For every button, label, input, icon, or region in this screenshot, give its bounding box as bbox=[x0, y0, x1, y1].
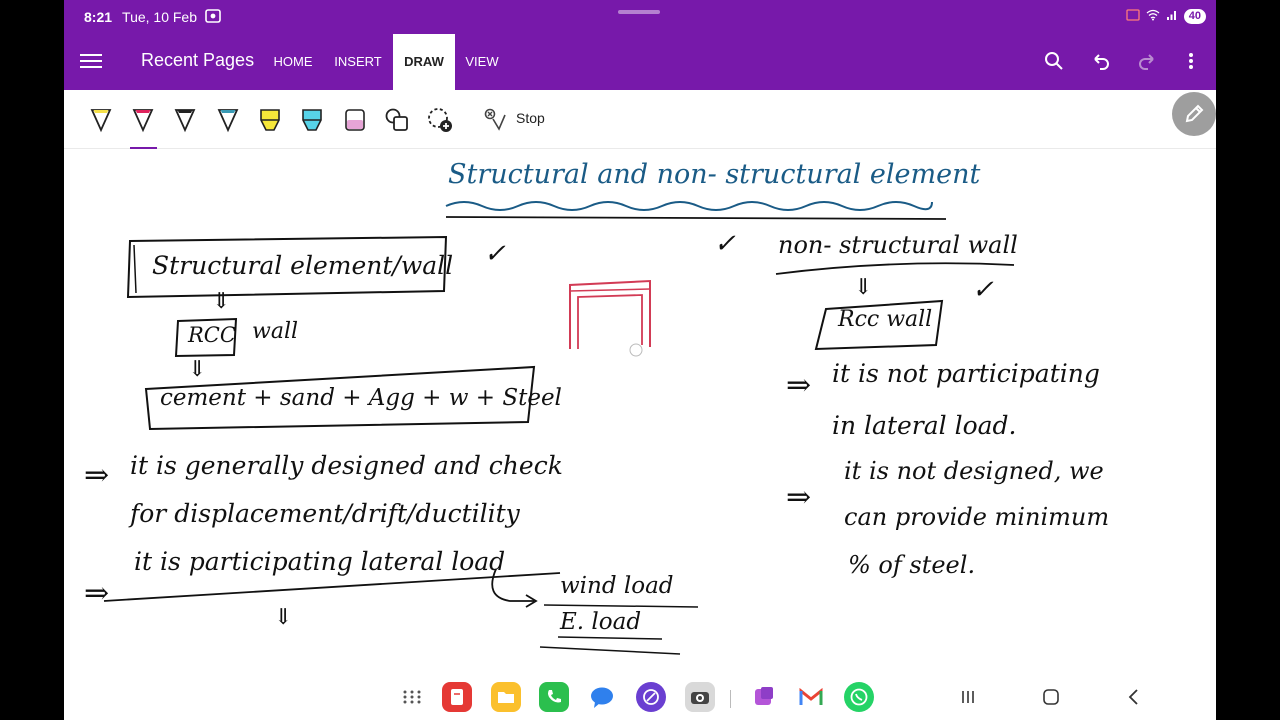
right-box-label: Rcc wall bbox=[838, 307, 933, 332]
camera-app-icon[interactable] bbox=[685, 682, 715, 712]
stop-lasso-icon[interactable] bbox=[482, 104, 510, 136]
down-arrow-2: ⇓ bbox=[188, 357, 207, 382]
pen-yellow-icon[interactable] bbox=[87, 104, 115, 136]
tab-draw[interactable]: DRAW bbox=[393, 34, 455, 90]
gallery-app-icon[interactable] bbox=[748, 682, 778, 712]
tab-view[interactable]: VIEW bbox=[462, 34, 502, 90]
drag-handle[interactable] bbox=[618, 10, 660, 14]
down-arrow-1: ⇓ bbox=[212, 289, 231, 314]
left-sub-wind-load: wind load bbox=[560, 573, 674, 599]
hamburger-menu-icon[interactable] bbox=[80, 50, 102, 72]
bullet-arrow-1: ⇒ bbox=[84, 458, 110, 493]
dock-divider bbox=[730, 690, 731, 708]
undo-icon[interactable] bbox=[1088, 48, 1114, 74]
gmail-app-icon[interactable] bbox=[796, 682, 826, 712]
highlighter-cyan-icon[interactable] bbox=[298, 104, 326, 136]
whatsapp-app-icon[interactable] bbox=[844, 682, 874, 712]
formula-text: cement + sand + Agg + w + Steel bbox=[160, 385, 562, 411]
heading-wave-underline bbox=[445, 201, 933, 211]
browser-app-icon[interactable] bbox=[636, 682, 666, 712]
rcc-label: RCC bbox=[188, 323, 236, 347]
tick-mark-1: ✓ bbox=[484, 239, 506, 269]
lasso-add-icon[interactable] bbox=[426, 104, 454, 136]
heading-underline bbox=[445, 216, 947, 220]
right-title: non- structural wall bbox=[778, 231, 1018, 259]
status-icons: 40 bbox=[1126, 9, 1206, 24]
left-sub-e-load: E. load bbox=[560, 609, 642, 635]
shapes-icon[interactable] bbox=[383, 104, 411, 136]
recent-pages-title[interactable]: Recent Pages bbox=[141, 50, 254, 71]
apps-grid-icon[interactable] bbox=[397, 682, 427, 712]
pen-cursor bbox=[629, 343, 643, 357]
right-point-2-line-1: it is not designed, we bbox=[844, 457, 1104, 485]
pen-black-icon[interactable] bbox=[171, 104, 199, 136]
draw-ribbon: Stop bbox=[64, 90, 1216, 149]
taskbar bbox=[64, 678, 1216, 720]
app-bar: Recent Pages HOME INSERT DRAW VIEW bbox=[64, 34, 1216, 90]
bullet-arrow-2: ⇒ bbox=[84, 576, 110, 611]
down-arrow-4: ⇓ bbox=[854, 275, 873, 300]
bullet-arrow-4: ⇒ bbox=[786, 480, 812, 515]
files-app-icon[interactable] bbox=[491, 682, 521, 712]
tab-insert[interactable]: INSERT bbox=[332, 34, 384, 90]
right-point-2-line-2: can provide minimum bbox=[844, 503, 1110, 531]
redo-icon[interactable] bbox=[1134, 48, 1160, 74]
recents-icon[interactable] bbox=[956, 686, 980, 708]
tablet-screen: 8:21 Tue, 10 Feb 40 Recent Pages HOME IN… bbox=[64, 0, 1216, 720]
signal-icon bbox=[1166, 9, 1178, 24]
note-canvas[interactable]: Structural and non- structural element S… bbox=[64, 149, 1216, 679]
left-box-title: Structural element/wall bbox=[152, 251, 454, 280]
right-point-1-line-2: in lateral load. bbox=[832, 411, 1017, 440]
notes-app-icon[interactable] bbox=[442, 682, 472, 712]
pen-teal-icon[interactable] bbox=[214, 104, 242, 136]
messages-app-icon[interactable] bbox=[587, 682, 617, 712]
home-icon[interactable] bbox=[1039, 686, 1063, 708]
tick-mark-2: ✓ bbox=[714, 229, 736, 259]
cast-icon bbox=[1126, 9, 1140, 24]
rcc-wall-label: wall bbox=[252, 319, 299, 344]
tick-mark-3: ✓ bbox=[972, 275, 994, 305]
left-point-1-line-2: for displacement/drift/ductility bbox=[130, 499, 520, 528]
wifi-icon bbox=[1146, 9, 1160, 24]
tab-home[interactable]: HOME bbox=[270, 34, 316, 90]
highlighter-yellow-icon[interactable] bbox=[256, 104, 284, 136]
stop-button[interactable]: Stop bbox=[516, 110, 545, 126]
back-icon[interactable] bbox=[1122, 686, 1146, 708]
highlighter-pink-icon[interactable] bbox=[341, 104, 369, 136]
search-icon[interactable] bbox=[1041, 48, 1067, 74]
left-point-1-line-1: it is generally designed and check bbox=[130, 451, 563, 480]
edit-pen-fab[interactable] bbox=[1172, 92, 1216, 136]
bullet-arrow-3: ⇒ bbox=[786, 368, 812, 403]
right-point-2-line-3: % of steel. bbox=[848, 551, 976, 579]
battery-level: 40 bbox=[1183, 9, 1206, 24]
note-heading: Structural and non- structural element bbox=[448, 159, 981, 190]
phone-app-icon[interactable] bbox=[539, 682, 569, 712]
red-frame-inner bbox=[577, 294, 643, 349]
pen-red-icon[interactable] bbox=[129, 104, 157, 149]
down-arrow-3: ⇓ bbox=[274, 605, 293, 630]
status-bar: 8:21 Tue, 10 Feb 40 bbox=[64, 0, 1216, 34]
left-point-2: it is participating lateral load bbox=[134, 547, 506, 576]
right-point-1-line-1: it is not participating bbox=[832, 359, 1100, 388]
ink-strokes bbox=[103, 201, 1015, 655]
screen-record-icon bbox=[205, 8, 221, 26]
status-date: Tue, 10 Feb bbox=[122, 9, 198, 25]
status-time: 8:21 bbox=[84, 9, 113, 25]
more-vert-icon[interactable] bbox=[1178, 48, 1204, 74]
